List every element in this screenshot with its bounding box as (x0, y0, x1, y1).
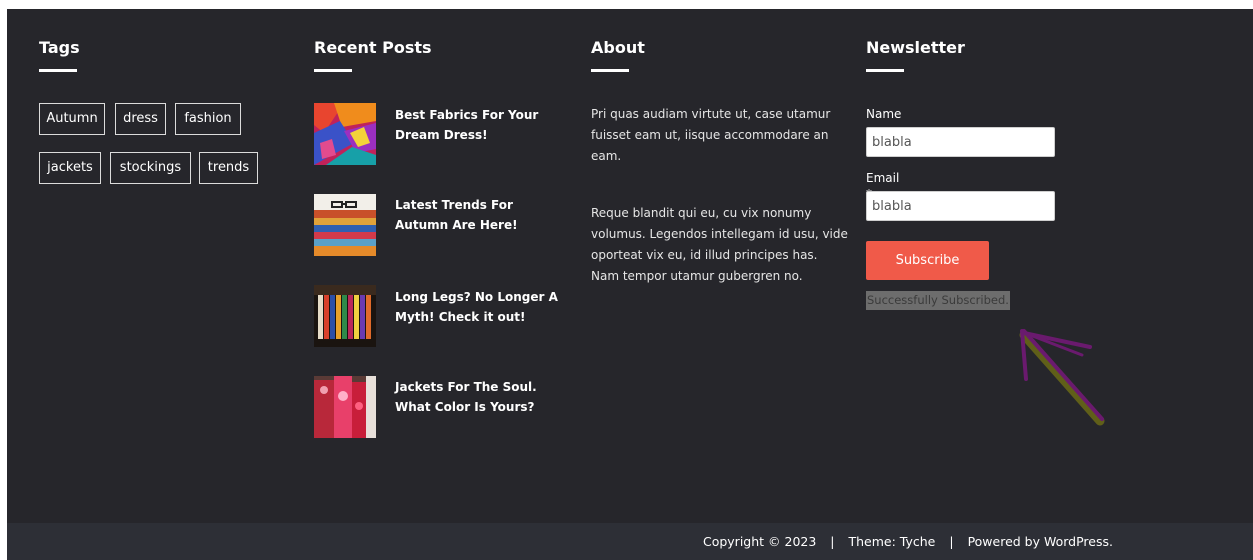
recent-posts-title: Recent Posts (314, 38, 432, 57)
tags-title: Tags (39, 38, 80, 57)
subscribe-button[interactable]: Subscribe (866, 241, 989, 280)
tag-stockings[interactable]: stockings (110, 152, 191, 184)
annotation-arrow-icon (1019, 329, 1105, 426)
about-title: About (591, 38, 645, 57)
post-thumbnail-folded-sweaters[interactable] (314, 194, 376, 256)
newsletter-title: Newsletter (866, 38, 965, 57)
title-underline (314, 69, 352, 72)
separator: | (949, 534, 954, 549)
tag-jackets[interactable]: jackets (39, 152, 101, 184)
name-label: Name (866, 107, 902, 121)
separator: | (830, 534, 835, 549)
theme-link[interactable]: Theme: Tyche (849, 534, 936, 549)
post-thumbnail-colored-stockings[interactable] (314, 285, 376, 347)
about-paragraph: Pri quas audiam virtute ut, case utamur … (591, 107, 831, 163)
tag-autumn[interactable]: Autumn (39, 103, 105, 135)
copyright-line: Copyright © 2023 | Theme: Tyche | Powere… (703, 523, 1113, 560)
footer-bottom-bar: Copyright © 2023 | Theme: Tyche | Powere… (7, 523, 1253, 560)
post-title-link[interactable]: Long Legs? No Longer A Myth! Check it ou… (395, 287, 565, 327)
email-input[interactable] (866, 191, 1055, 221)
tag-dress[interactable]: dress (115, 103, 166, 135)
post-thumbnail-jackets-rack[interactable] (314, 376, 376, 438)
about-paragraph: Reque blandit qui eu, cu vix nonumy volu… (591, 206, 848, 283)
title-underline (866, 69, 904, 72)
copyright-text: Copyright © 2023 (702, 534, 817, 549)
success-message: Successfully Subscribed. (866, 291, 1010, 310)
title-underline (39, 69, 77, 72)
post-thumbnail-colorful-fabrics[interactable] (314, 103, 376, 165)
name-input[interactable] (866, 127, 1055, 157)
tag-fashion[interactable]: fashion (175, 103, 241, 135)
post-title-link[interactable]: Best Fabrics For Your Dream Dress! (395, 105, 565, 145)
post-title-link[interactable]: Jackets For The Soul. What Color Is Your… (395, 377, 565, 417)
wordpress-link[interactable]: Powered by WordPress. (968, 534, 1113, 549)
post-title-link[interactable]: Latest Trends For Autumn Are Here! (395, 195, 565, 235)
footer-widgets: Tags Autumn dress fashion jackets stocki… (7, 9, 1253, 523)
tag-trends[interactable]: trends (199, 152, 258, 184)
title-underline (591, 69, 629, 72)
